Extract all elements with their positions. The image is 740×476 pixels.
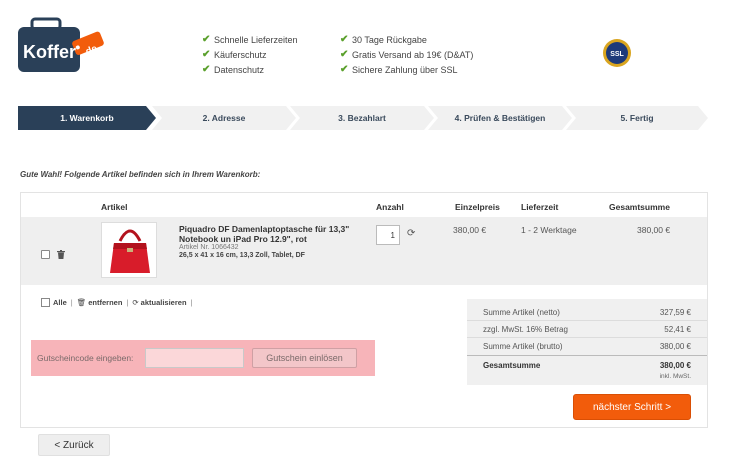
refresh-icon[interactable]: ⟳ <box>132 298 138 307</box>
cart-item-row: Piquadro DF Damenlaptoptasche für 13,3" … <box>21 217 707 285</box>
coupon-section: Gutscheincode eingeben: Gutschein einlös… <box>31 340 375 376</box>
header-article: Artikel <box>101 202 128 212</box>
select-all-checkbox[interactable] <box>41 298 50 307</box>
delivery-time: 1 - 2 Werktage <box>521 225 577 235</box>
usp-item: ✔ 30 Tage Rückgabe <box>340 34 427 45</box>
summary-gross-row: Summe Artikel (brutto) 380,00 € <box>483 342 691 351</box>
step-pruefen: 4. Prüfen & Bestätigen <box>428 106 572 130</box>
product-dimensions: 26,5 x 41 x 16 cm, 13,3 Zoll, Tablet, DF <box>179 252 305 259</box>
usp-item: ✔ Gratis Versand ab 19€ (D&AT) <box>340 49 474 60</box>
suitcase-logo-icon: Koffer .de <box>18 17 104 72</box>
checkmark-icon: ✔ <box>202 64 211 75</box>
product-name[interactable]: Piquadro DF Damenlaptoptasche für 13,3" … <box>179 224 369 244</box>
step-adresse: 2. Adresse <box>152 106 296 130</box>
usp-item: ✔ Käuferschutz <box>202 49 267 60</box>
usp-list-right: ✔ 30 Tage Rückgabe ✔ Gratis Versand ab 19€… <box>340 32 473 77</box>
header-unit-price: Einzelpreis <box>455 202 500 212</box>
cart-intro-text: Gute Wahl! Folgende Artikel befinden sic… <box>20 170 261 179</box>
incl-vat-note: inkl. MwSt. <box>659 373 691 380</box>
ssl-seal-icon: SSL <box>603 39 631 67</box>
checkmark-icon: ✔ <box>340 64 349 75</box>
usp-item: ✔ Schnelle Lieferzeiten <box>202 34 298 45</box>
checkout-steps: 1. Warenkorb 2. Adresse 3. Bezahlart 4. … <box>18 106 708 130</box>
summary-vat-row: zzgl. MwSt. 16% Betrag 52,41 € <box>483 325 691 334</box>
item-checkbox[interactable] <box>41 250 50 259</box>
checkmark-icon: ✔ <box>202 49 211 60</box>
coupon-label: Gutscheincode eingeben: <box>37 353 134 363</box>
checkmark-icon: ✔ <box>340 34 349 45</box>
usp-item: ✔ Datenschutz <box>202 64 265 75</box>
next-step-button[interactable]: nächster Schritt > <box>573 394 691 420</box>
trash-icon[interactable] <box>57 250 65 261</box>
select-all-label[interactable]: Alle <box>53 298 67 307</box>
back-button[interactable]: < Zurück <box>38 434 110 456</box>
summary-total-row: Gesamtsumme 380,00 € <box>483 361 691 370</box>
usp-list-left: ✔ Schnelle Lieferzeiten ✔ Käuferschutz ✔ Da… <box>202 32 298 77</box>
product-image[interactable] <box>101 222 157 278</box>
product-number: Artikel Nr. 1066432 <box>179 244 239 251</box>
checkmark-icon: ✔ <box>340 49 349 60</box>
refresh-icon[interactable]: ⟳ <box>407 228 415 239</box>
header-delivery: Lieferzeit <box>521 202 559 212</box>
summary-net-row: Summe Artikel (netto) 327,59 € <box>483 308 691 317</box>
logo-text: Koffer <box>23 42 76 62</box>
checkmark-icon: ✔ <box>202 34 211 45</box>
header-qty: Anzahl <box>376 202 404 212</box>
update-link[interactable]: aktualisieren <box>141 298 187 307</box>
ssl-badge: SSL <box>602 38 632 68</box>
order-summary: Summe Artikel (netto) 327,59 € zzgl. MwSt… <box>467 299 707 385</box>
cart-table: Artikel Anzahl Einzelpreis Lieferzeit Ge… <box>20 192 708 428</box>
cart-actions: Alle | 🗑 entfernen | ⟳ aktualisieren | <box>41 298 196 307</box>
header-total: Gesamtsumme <box>609 202 670 212</box>
red-bag-image <box>110 229 150 273</box>
step-bezahlart: 3. Bezahlart <box>290 106 434 130</box>
divider: | <box>70 298 73 307</box>
coupon-code-input[interactable] <box>145 348 244 368</box>
remove-link[interactable]: entfernen <box>88 298 122 307</box>
divider: | <box>126 298 129 307</box>
quantity-input[interactable]: 1 <box>376 225 400 245</box>
koffer-logo[interactable]: Koffer .de <box>18 16 104 74</box>
step-warenkorb: 1. Warenkorb <box>18 106 156 130</box>
svg-text:SSL: SSL <box>610 51 624 58</box>
trash-icon[interactable]: 🗑 <box>77 298 87 307</box>
unit-price: 380,00 € <box>453 225 487 235</box>
redeem-coupon-button[interactable]: Gutschein einlösen <box>252 348 357 368</box>
step-fertig: 5. Fertig <box>566 106 708 130</box>
divider: | <box>190 298 193 307</box>
item-total: 380,00 € <box>637 225 671 235</box>
usp-item: ✔ Sichere Zahlung über SSL <box>340 64 458 75</box>
